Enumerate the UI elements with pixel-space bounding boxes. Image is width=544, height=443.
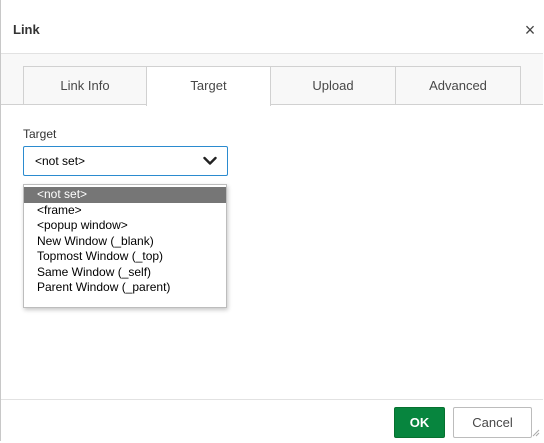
target-select-value: <not set> [35,154,86,168]
target-dropdown-list: <not set> <frame> <popup window> New Win… [23,184,227,308]
resize-grip-icon[interactable] [532,429,540,437]
dialog-title: Link [13,22,40,37]
option-same-window[interactable]: Same Window (_self) [24,265,226,281]
tab-upload[interactable]: Upload [270,66,396,104]
option-parent-window[interactable]: Parent Window (_parent) [24,280,226,296]
tab-link-info[interactable]: Link Info [23,66,147,104]
option-not-set[interactable]: <not set> [24,187,226,203]
option-popup-window[interactable]: <popup window> [24,218,226,234]
ok-button[interactable]: OK [394,407,445,438]
link-dialog: Link × Link Info Target Upload Advanced … [0,0,543,443]
option-new-window[interactable]: New Window (_blank) [24,234,226,250]
tab-target[interactable]: Target [146,66,271,106]
target-label: Target [23,127,57,141]
tab-advanced[interactable]: Advanced [395,66,521,104]
dialog-titlebar: Link × [1,0,543,54]
option-frame[interactable]: <frame> [24,203,226,219]
option-topmost-window[interactable]: Topmost Window (_top) [24,249,226,265]
target-select[interactable]: <not set> [23,146,228,176]
chevron-down-icon [203,156,217,165]
cancel-button[interactable]: Cancel [453,407,532,438]
close-icon[interactable]: × [521,21,539,40]
